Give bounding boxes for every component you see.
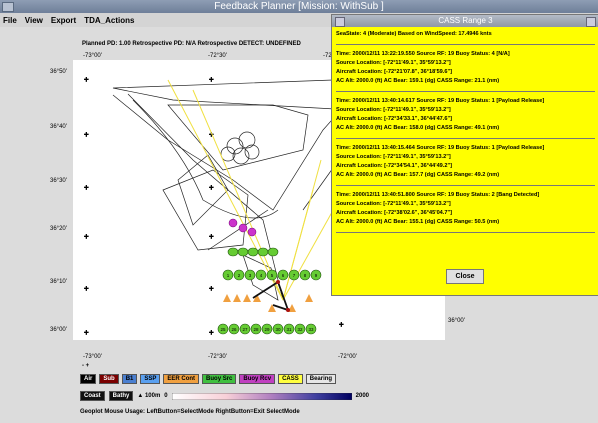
record-alt: AC Alt: 2000.0 (ft) AC Bear: 158.0 (dg) …: [336, 125, 500, 131]
bathy-max: 2000: [355, 393, 369, 399]
bathy-scale-label: ▲ 100m: [137, 393, 161, 399]
bathy-min: 0: [164, 393, 168, 399]
legend-sub[interactable]: Sub: [99, 374, 119, 384]
legend-buoy-rcv[interactable]: Buoy Rcv: [239, 374, 276, 384]
buoy-number: 29: [264, 327, 270, 332]
svg-text:+: +: [209, 183, 214, 192]
lat-label: 36°50': [50, 69, 67, 75]
record-source: Source Location: [-72°11'49.1", 35°59'13…: [336, 60, 451, 66]
record-time: Time: 2000/12/11 13:40:51.800 Source RF:…: [336, 192, 540, 198]
legend-bathy[interactable]: Bathy: [108, 391, 134, 401]
lat-label: 36°20': [50, 226, 67, 232]
record-time: Time: 2000/12/11 13:40:15.464 Source RF:…: [336, 145, 545, 151]
lat-label: 36°00': [50, 327, 67, 333]
buoy-number: 25: [220, 327, 226, 332]
svg-text:+: +: [339, 320, 344, 329]
lon-label-bottom: -72°00': [338, 354, 357, 360]
lon-label-top: -73°00': [83, 53, 102, 59]
holding-pattern-loops: [220, 131, 260, 165]
record-aircraft: Aircraft Location: [-72°34'33.1", 36°44'…: [336, 116, 452, 122]
dialog-body: SeaState: 4 (Moderate) Based on WindSpee…: [332, 27, 598, 241]
lat-label: 36°30': [50, 178, 67, 184]
record-time: Time: 2000/12/11 13:22:19.550 Source RF:…: [336, 51, 510, 57]
svg-text:+: +: [84, 75, 89, 84]
record-alt: AC Alt: 2000.0 (ft) AC Bear: 157.7 (dg) …: [336, 172, 500, 178]
window-title: Feedback Planner [Mission: WithSub ]: [214, 1, 384, 12]
bathy-color-bar: [171, 392, 352, 400]
record-aircraft: Aircraft Location: [-72°21'07.8", 36°18'…: [336, 69, 452, 75]
lon-label-bottom: -73°00': [83, 354, 102, 360]
buoy-number: 28: [253, 327, 259, 332]
buoy-number: 32: [297, 327, 303, 332]
eer-markers: [223, 294, 313, 312]
record-aircraft: Aircraft Location: [-72°34'54.1", 36°44'…: [336, 163, 452, 169]
window-titlebar[interactable]: Feedback Planner [Mission: WithSub ]: [0, 0, 598, 13]
status-bar: Geoplot Mouse Usage: LeftButton=SelectMo…: [80, 409, 300, 415]
menu-view[interactable]: View: [25, 16, 43, 25]
legend-buoy-src[interactable]: Buoy Src: [202, 374, 237, 384]
lat-label: 36°40': [50, 124, 67, 130]
zoom-buttons[interactable]: - +: [82, 363, 89, 369]
svg-text:+: +: [84, 130, 89, 139]
dialog-close-icon[interactable]: [586, 17, 596, 27]
record-alt: AC Alt: 2000.0 (ft) AC Bear: 159.1 (dg) …: [336, 78, 500, 84]
legend-ssp[interactable]: SSP: [140, 374, 161, 384]
svg-text:+: +: [209, 284, 214, 293]
svg-text:+: +: [209, 328, 214, 337]
svg-text:+: +: [84, 328, 89, 337]
legend-b1[interactable]: B1: [121, 374, 138, 384]
window-menu-icon[interactable]: [2, 2, 14, 12]
cass-range-dialog: CASS Range 3 SeaState: 4 (Moderate) Base…: [331, 14, 598, 296]
buoy-number: 31: [286, 327, 292, 332]
legend-air[interactable]: Air: [80, 374, 97, 384]
svg-text:+: +: [84, 284, 89, 293]
menu-tda-actions[interactable]: TDA_Actions: [84, 16, 134, 25]
dialog-titlebar[interactable]: CASS Range 3: [332, 15, 598, 27]
menu-export[interactable]: Export: [51, 16, 76, 25]
svg-text:+: +: [209, 75, 214, 84]
legend-bearing[interactable]: Bearing: [305, 374, 337, 384]
right-lat-label: 36°00': [448, 318, 465, 324]
pd-info-line: Planned PD: 1.00 Retrospective PD: N/A R…: [82, 41, 301, 47]
buoy-number: 26: [231, 327, 237, 332]
dialog-title: CASS Range 3: [438, 16, 493, 25]
record-time: Time: 2000/12/11 13:40:14.617 Source RF:…: [336, 98, 545, 104]
sub-track: [252, 280, 290, 312]
close-button[interactable]: Close: [446, 269, 484, 284]
record-aircraft: Aircraft Location: [-72°38'02.6", 36°45'…: [336, 210, 452, 216]
record-source: Source Location: [-72°11'49.1", 35°59'13…: [336, 154, 451, 160]
buoy-number: 30: [275, 327, 281, 332]
sea-state-line: SeaState: 4 (Moderate) Based on WindSpee…: [336, 31, 492, 37]
svg-text:+: +: [84, 183, 89, 192]
svg-text:+: +: [209, 232, 214, 241]
lon-label-top: -72°30': [208, 53, 227, 59]
lon-label-bottom: -72°30': [208, 354, 227, 360]
legend-row-1: Air Sub B1 SSP EER Cont Buoy Src Buoy Rc…: [80, 374, 337, 384]
cass-range-lines: [167, 79, 337, 301]
menu-file[interactable]: File: [3, 16, 17, 25]
record-source: Source Location: [-72°11'49.1", 35°59'13…: [336, 107, 451, 113]
legend-coast[interactable]: Coast: [80, 391, 105, 401]
record-source: Source Location: [-72°11'49.1", 35°59'13…: [336, 201, 451, 207]
main-window: Feedback Planner [Mission: WithSub ] Fil…: [0, 0, 598, 423]
buoy-top-row: [227, 247, 279, 257]
buoy-number: 33: [308, 327, 314, 332]
legend-row-2: Coast Bathy ▲ 100m 0 2000: [80, 391, 369, 401]
svg-text:+: +: [84, 232, 89, 241]
legend-eer-cont[interactable]: EER Cont: [163, 374, 200, 384]
legend-cass[interactable]: CASS: [278, 374, 303, 384]
lat-label: 36°10': [50, 279, 67, 285]
record-alt: AC Alt: 2000.0 (ft) AC Bear: 155.1 (dg) …: [336, 219, 500, 225]
dialog-menu-icon[interactable]: [335, 17, 345, 27]
buoy-number: 27: [242, 327, 248, 332]
